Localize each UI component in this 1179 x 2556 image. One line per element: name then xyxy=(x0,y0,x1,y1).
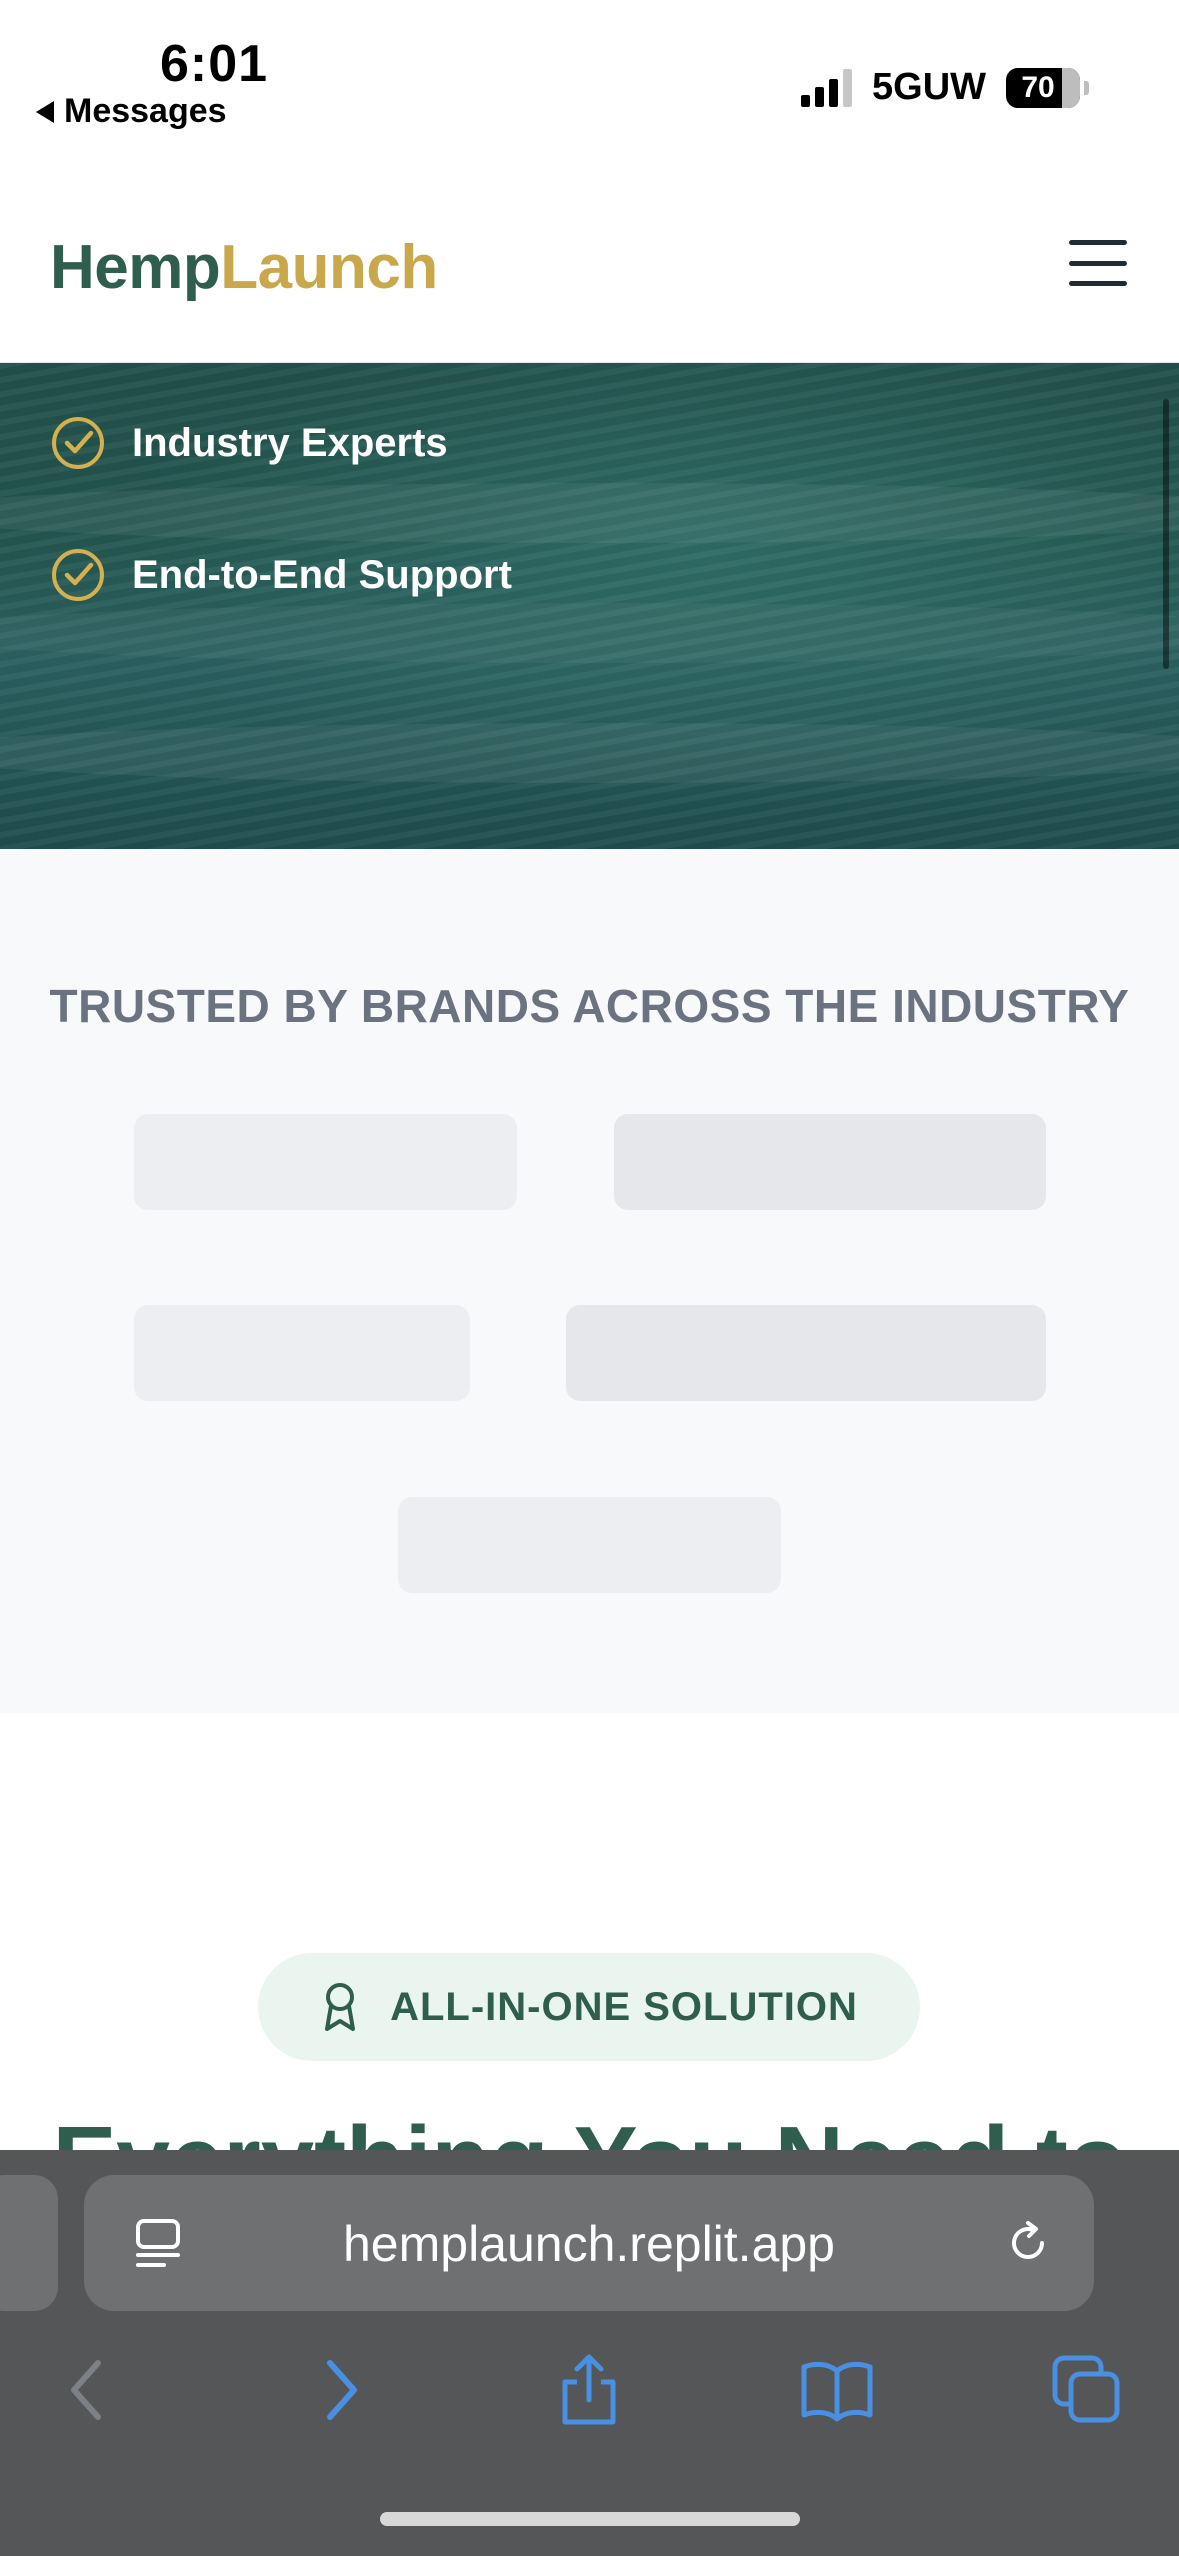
feature-industry-experts: Industry Experts xyxy=(50,415,448,471)
brand-logo-placeholder xyxy=(134,1305,470,1401)
status-bar: 6:01 Messages 5GUW 70 xyxy=(0,0,1179,170)
back-arrow-icon xyxy=(36,100,54,123)
feature-label: End-to-End Support xyxy=(132,552,512,597)
back-button[interactable] xyxy=(42,2345,132,2435)
brand-logo-placeholder xyxy=(614,1114,1046,1210)
back-label: Messages xyxy=(64,92,227,130)
tabs-button[interactable] xyxy=(1042,2345,1132,2435)
chevron-left-icon xyxy=(71,2360,101,2420)
cellular-signal-icon xyxy=(801,68,852,107)
check-circle-icon xyxy=(52,417,104,469)
section-heading: Everything You Need to xyxy=(0,2106,1179,2150)
address-bar[interactable]: hemplaunch.replit.app xyxy=(84,2175,1094,2311)
browser-chrome: hemplaunch.replit.app xyxy=(0,2150,1179,2556)
page-scrollbar[interactable] xyxy=(1163,399,1169,669)
forward-button[interactable] xyxy=(296,2345,386,2435)
trusted-title: TRUSTED BY BRANDS ACROSS THE INDUSTRY xyxy=(49,980,1130,1032)
hamburger-menu-icon[interactable] xyxy=(1069,240,1127,286)
hero-section: Industry Experts End-to-End Support xyxy=(0,363,1179,849)
section-heading-clip: Everything You Need to xyxy=(0,2080,1179,2150)
share-icon xyxy=(562,2354,616,2425)
browser-toolbar xyxy=(0,2345,1179,2465)
logo-part-hemp: Hemp xyxy=(50,233,221,302)
bookmarks-button[interactable] xyxy=(792,2345,882,2435)
badge-label: ALL-IN-ONE SOLUTION xyxy=(390,1984,858,2029)
status-time: 6:01 xyxy=(160,35,269,93)
trusted-section: TRUSTED BY BRANDS ACROSS THE INDUSTRY xyxy=(0,849,1179,1713)
battery-tip xyxy=(1084,80,1089,95)
back-to-messages[interactable]: Messages xyxy=(36,92,227,131)
solution-badge: ALL-IN-ONE SOLUTION xyxy=(258,1953,920,2061)
brand-logo-placeholder xyxy=(398,1497,781,1593)
award-icon xyxy=(325,1983,356,2031)
reload-icon[interactable] xyxy=(1002,2217,1054,2269)
tabs-icon xyxy=(1052,2355,1120,2423)
feature-end-to-end-support: End-to-End Support xyxy=(50,547,512,603)
home-indicator[interactable] xyxy=(380,2512,800,2526)
network-type: 5GUW xyxy=(872,66,986,108)
chevron-right-icon xyxy=(327,2360,357,2420)
hemplaunch-logo[interactable]: HempLaunch xyxy=(50,232,438,303)
share-button[interactable] xyxy=(544,2345,634,2435)
status-indicators: 5GUW 70 xyxy=(801,66,1089,109)
brand-logo-placeholder xyxy=(134,1114,517,1210)
check-circle-icon xyxy=(52,549,104,601)
brand-logo-placeholder xyxy=(566,1305,1046,1401)
feature-label: Industry Experts xyxy=(132,420,448,465)
battery-level: 70 xyxy=(1021,70,1055,104)
previous-tab-peek[interactable] xyxy=(0,2175,58,2311)
url-text: hemplaunch.replit.app xyxy=(343,2216,835,2272)
book-icon xyxy=(801,2361,873,2422)
battery-icon: 70 xyxy=(1006,67,1080,108)
logo-part-launch: Launch xyxy=(220,233,438,302)
site-header: HempLaunch xyxy=(0,170,1179,363)
